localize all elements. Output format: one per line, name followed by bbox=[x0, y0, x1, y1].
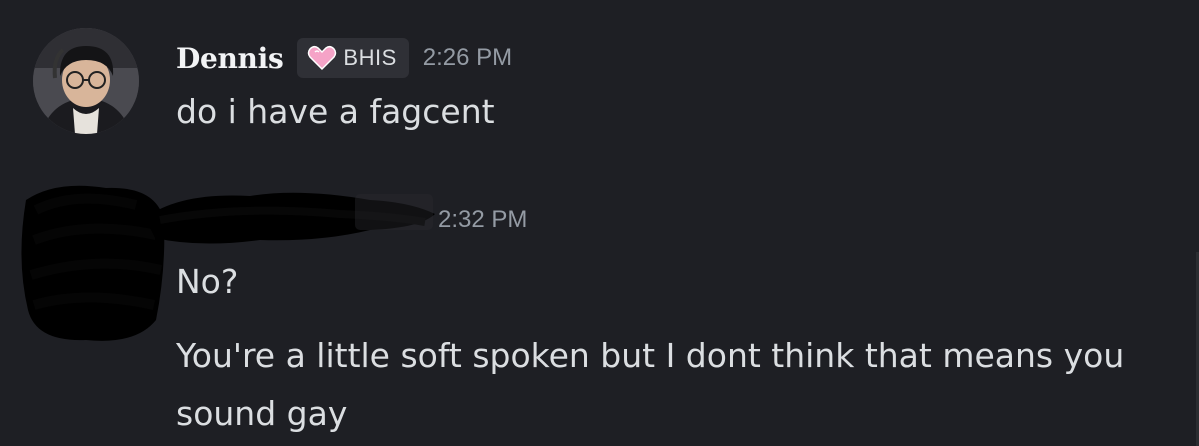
server-tag[interactable]: BHIS bbox=[297, 38, 409, 78]
avatar[interactable] bbox=[33, 28, 139, 134]
server-tag-label: BHIS bbox=[343, 45, 397, 70]
message-item: Dennis BHIS 2:26 PM do i have a fagcent bbox=[0, 24, 1199, 154]
timestamp[interactable]: 2:32 PM bbox=[438, 206, 527, 234]
message-item: 2:32 PM No? You're a little soft spoken … bbox=[0, 180, 1199, 446]
message-header: Dennis BHIS 2:26 PM bbox=[176, 38, 512, 78]
message-text: do i have a fagcent bbox=[176, 92, 495, 131]
username[interactable]: Dennis bbox=[176, 42, 284, 75]
timestamp[interactable]: 2:26 PM bbox=[423, 44, 512, 72]
chat-messages: Dennis BHIS 2:26 PM do i have a fagcent … bbox=[0, 0, 1199, 446]
message-text: You're a little soft spoken but I dont t… bbox=[176, 336, 1135, 433]
message-text: No? bbox=[176, 262, 239, 301]
redacted-username bbox=[145, 192, 435, 244]
pink-heart-icon bbox=[308, 45, 337, 71]
